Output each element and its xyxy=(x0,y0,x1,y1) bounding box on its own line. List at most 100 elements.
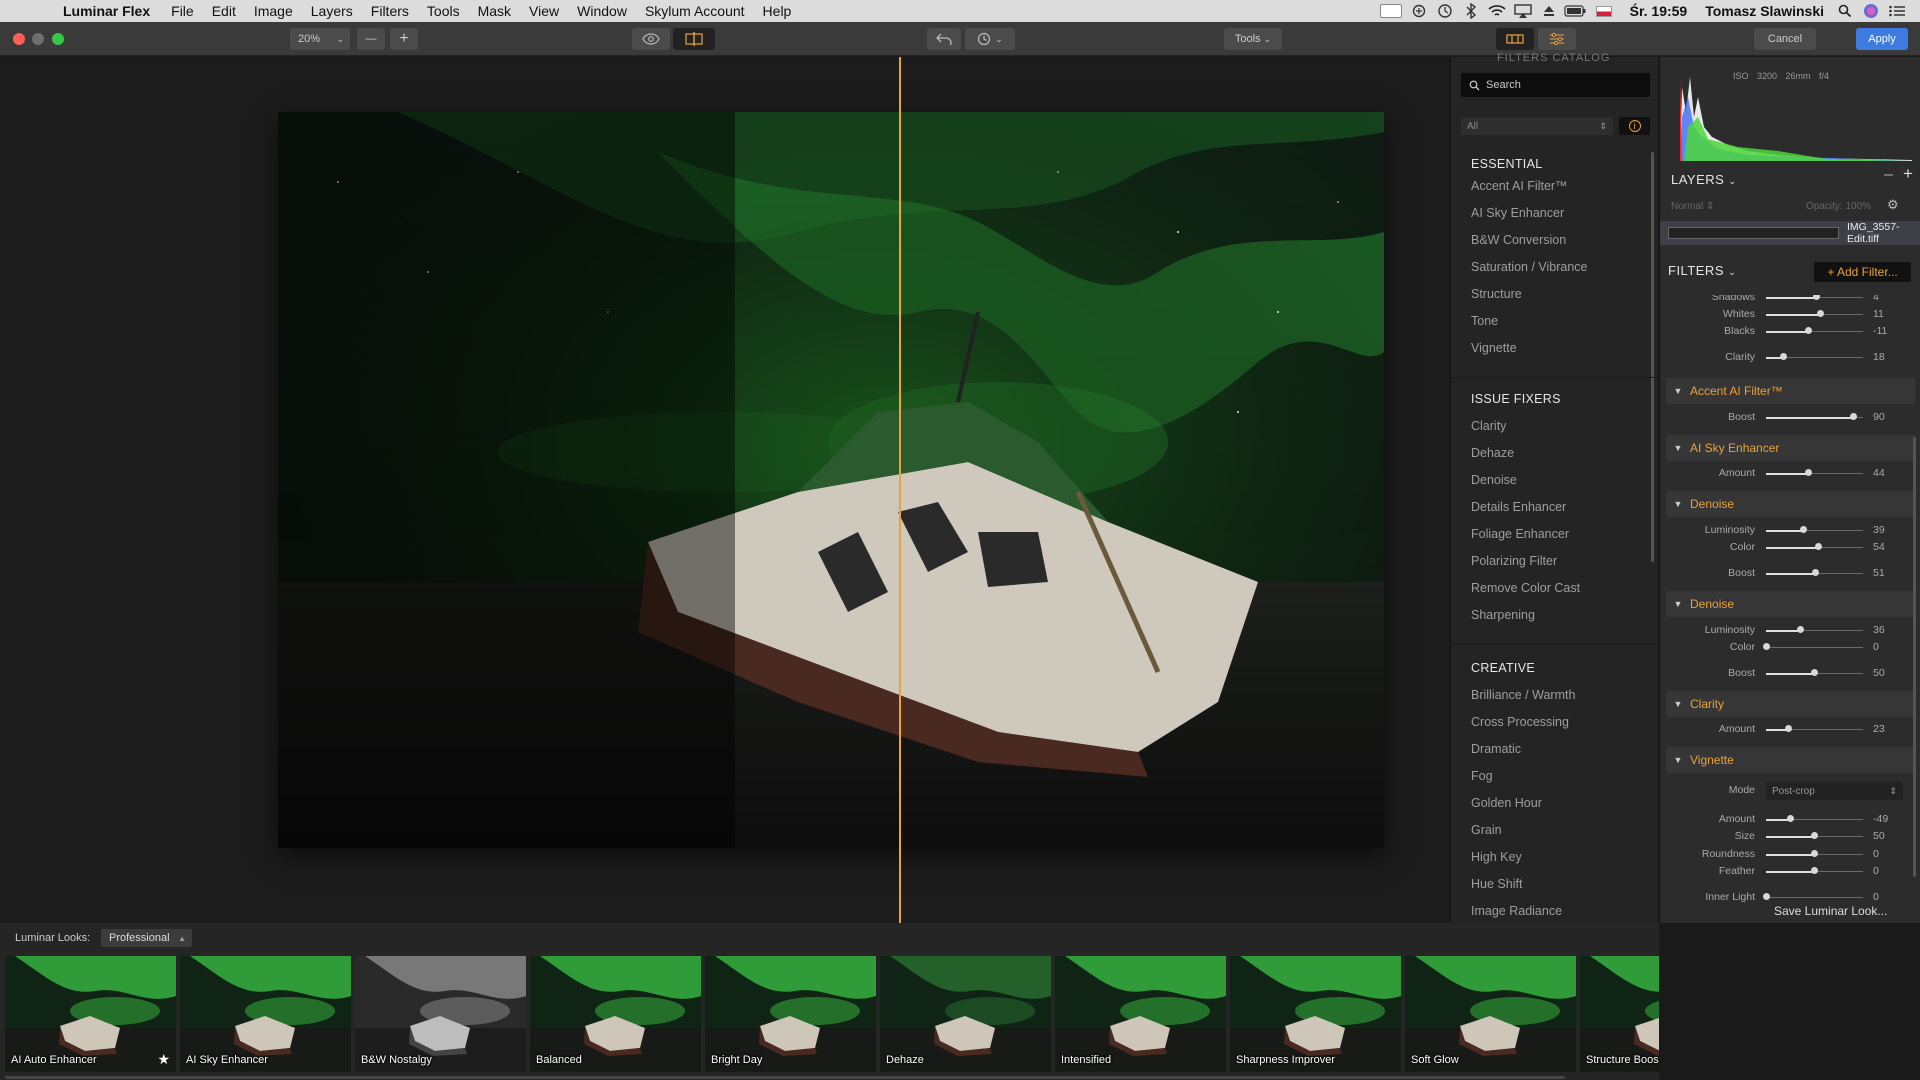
wifi-icon[interactable] xyxy=(1484,0,1510,22)
slider-value[interactable]: 0 xyxy=(1873,846,1907,863)
menu-help[interactable]: Help xyxy=(754,0,801,22)
menu-file[interactable]: File xyxy=(162,0,203,22)
slider-track[interactable] xyxy=(1766,897,1863,898)
apply-button[interactable]: Apply xyxy=(1856,28,1908,50)
catalog-item-remove-color-cast[interactable]: Remove Color Cast xyxy=(1471,581,1580,595)
slider-knob[interactable] xyxy=(1787,815,1795,822)
menubar-clock[interactable]: Śr. 19:59 xyxy=(1620,3,1698,19)
menu-tools[interactable]: Tools xyxy=(418,0,469,22)
cloud-sync-icon[interactable] xyxy=(1406,0,1432,22)
catalog-item-foliage-enhancer[interactable]: Foliage Enhancer xyxy=(1471,527,1569,541)
filter-header-ai-sky[interactable]: ▼ AI Sky Enhancer xyxy=(1666,435,1915,461)
save-luminar-look-button[interactable]: Save Luminar Look... xyxy=(1774,904,1887,918)
before-after-divider[interactable] xyxy=(899,57,901,923)
zoom-out-button[interactable]: — xyxy=(357,28,385,50)
blend-mode-select[interactable]: Normal ⇕ xyxy=(1671,201,1714,212)
catalog-item-sharpening[interactable]: Sharpening xyxy=(1471,608,1535,622)
look-thumbnail[interactable]: AI Sky Enhancer xyxy=(180,956,351,1072)
catalog-item-details-enhancer[interactable]: Details Enhancer xyxy=(1471,500,1566,514)
history-button[interactable]: ⌄ xyxy=(965,28,1015,50)
image-canvas[interactable] xyxy=(0,57,1450,923)
slider-sky-amount[interactable]: Amount 44 xyxy=(1660,465,1920,482)
slider-value[interactable]: 4 xyxy=(1873,295,1907,306)
catalog-filter-select[interactable]: All ⇕ xyxy=(1461,117,1613,135)
slider-value[interactable]: 51 xyxy=(1873,565,1907,582)
look-thumbnail[interactable]: AI Auto Enhancer ★ xyxy=(5,956,176,1072)
slider-knob[interactable] xyxy=(1811,569,1819,576)
vignette-mode-select[interactable]: Post-crop ⇕ xyxy=(1766,782,1903,800)
undo-button[interactable] xyxy=(927,28,961,50)
catalog-info-button[interactable]: i xyxy=(1619,117,1650,135)
look-thumbnail[interactable]: Balanced xyxy=(530,956,701,1072)
slider-vignette-feather[interactable]: Feather 0 xyxy=(1660,863,1920,880)
catalog-item-dramatic[interactable]: Dramatic xyxy=(1471,742,1521,756)
slider-value[interactable]: 54 xyxy=(1873,539,1907,556)
slider-value[interactable]: 0 xyxy=(1873,639,1907,656)
slider-whites[interactable]: Whites 11 xyxy=(1660,306,1920,323)
catalog-item-cross-processing[interactable]: Cross Processing xyxy=(1471,715,1569,729)
menu-edit[interactable]: Edit xyxy=(203,0,245,22)
collapse-triangle-icon[interactable]: ▼ xyxy=(1666,443,1690,453)
remove-layer-button[interactable]: – xyxy=(1884,166,1893,184)
slider-knob[interactable] xyxy=(1811,669,1818,676)
slider-knob[interactable] xyxy=(1779,353,1787,360)
catalog-item-bw-conversion[interactable]: B&W Conversion xyxy=(1471,233,1566,247)
bluetooth-icon[interactable] xyxy=(1458,0,1484,22)
slider-knob[interactable] xyxy=(1849,413,1857,420)
time-machine-icon[interactable] xyxy=(1432,0,1458,22)
filters-panel-toggle-button[interactable] xyxy=(1538,28,1576,50)
catalog-item-denoise[interactable]: Denoise xyxy=(1471,473,1517,487)
slider-knob[interactable] xyxy=(1762,893,1770,900)
slider-denoise-color[interactable]: Color 54 xyxy=(1660,539,1920,556)
catalog-item-hue-shift[interactable]: Hue Shift xyxy=(1471,877,1522,891)
slider-knob[interactable] xyxy=(1811,850,1818,857)
catalog-item-structure[interactable]: Structure xyxy=(1471,287,1522,301)
slider-value[interactable]: 50 xyxy=(1873,828,1907,845)
filter-header-denoise[interactable]: ▼ Denoise xyxy=(1666,491,1915,517)
catalog-item-dehaze[interactable]: Dehaze xyxy=(1471,446,1514,460)
menu-window[interactable]: Window xyxy=(568,0,636,22)
collapse-triangle-icon[interactable]: ▼ xyxy=(1666,499,1690,509)
look-thumbnail[interactable]: Soft Glow xyxy=(1405,956,1576,1072)
catalog-item-golden-hour[interactable]: Golden Hour xyxy=(1471,796,1542,810)
collapse-triangle-icon[interactable]: ▼ xyxy=(1666,386,1690,396)
add-filter-button[interactable]: + Add Filter... xyxy=(1814,262,1911,282)
slider-knob[interactable] xyxy=(1797,626,1805,633)
menu-skylum-account[interactable]: Skylum Account xyxy=(636,0,754,22)
zoom-in-button[interactable]: + xyxy=(390,28,418,50)
slider-knob[interactable] xyxy=(1784,725,1792,732)
slider-vignette-amount[interactable]: Amount -49 xyxy=(1660,811,1920,828)
catalog-item-saturation-vibrance[interactable]: Saturation / Vibrance xyxy=(1471,260,1588,274)
catalog-item-ai-sky-enhancer[interactable]: AI Sky Enhancer xyxy=(1471,206,1564,220)
slider-knob[interactable] xyxy=(1805,327,1813,334)
slider-denoise2-boost[interactable]: Boost 50 xyxy=(1660,665,1920,682)
look-thumbnail[interactable]: Dehaze xyxy=(880,956,1051,1072)
slider-denoise-luminosity[interactable]: Luminosity 39 xyxy=(1660,522,1920,539)
slider-knob[interactable] xyxy=(1800,526,1808,533)
catalog-scrollbar[interactable] xyxy=(1651,152,1654,562)
filter-header-accent-ai[interactable]: ▼ Accent AI Filter™ xyxy=(1666,378,1915,404)
filter-header-vignette[interactable]: ▼ Vignette xyxy=(1666,747,1915,773)
input-language-flag-icon[interactable] xyxy=(1595,5,1612,17)
catalog-item-clarity[interactable]: Clarity xyxy=(1471,419,1506,433)
slider-knob[interactable] xyxy=(1814,543,1822,550)
battery-icon[interactable] xyxy=(1562,0,1588,22)
slider-value[interactable]: 36 xyxy=(1873,622,1907,639)
opacity-control[interactable]: Opacity: 100% xyxy=(1806,201,1871,212)
preview-toggle-button[interactable] xyxy=(632,28,670,50)
favorite-star-icon[interactable]: ★ xyxy=(157,1051,170,1068)
look-thumbnail[interactable]: Bright Day xyxy=(705,956,876,1072)
layer-settings-gear-icon[interactable]: ⚙ xyxy=(1887,197,1899,213)
slider-knob[interactable] xyxy=(1816,310,1824,317)
filter-header-clarity[interactable]: ▼ Clarity xyxy=(1666,691,1915,717)
slider-value[interactable]: -49 xyxy=(1873,811,1907,828)
catalog-item-high-key[interactable]: High Key xyxy=(1471,850,1522,864)
slider-denoise2-color[interactable]: Color 0 xyxy=(1660,639,1920,656)
slider-vignette-roundness[interactable]: Roundness 0 xyxy=(1660,846,1920,863)
slider-value[interactable]: -11 xyxy=(1873,323,1907,340)
menubar-user[interactable]: Tomasz Slawinski xyxy=(1697,3,1832,19)
window-minimize-button[interactable] xyxy=(32,33,44,45)
slider-blacks[interactable]: Blacks -11 xyxy=(1660,323,1920,340)
look-thumbnail[interactable]: Sharpness Improver xyxy=(1230,956,1401,1072)
look-thumbnail[interactable]: Structure Boost xyxy=(1580,956,1659,1072)
